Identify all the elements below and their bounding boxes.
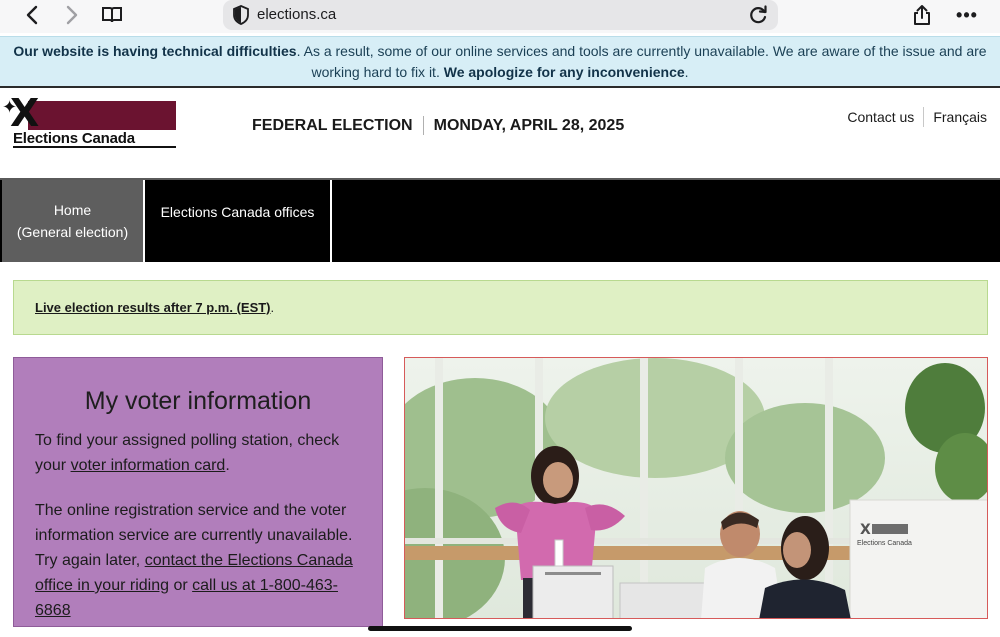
main-navigation: Home (General election) Elections Canada… bbox=[0, 178, 1000, 262]
link-divider bbox=[923, 107, 925, 127]
voter-info-paragraph-2: The online registration service and the … bbox=[35, 498, 361, 623]
browser-toolbar: elections.ca ••• bbox=[0, 0, 1000, 33]
voter-info-title: My voter information bbox=[84, 387, 312, 415]
notice-period: . bbox=[270, 300, 275, 315]
election-date: MONDAY, APRIL 28, 2025 bbox=[433, 116, 625, 134]
language-toggle-link[interactable]: Français bbox=[933, 109, 987, 125]
nav-home-label: Home bbox=[53, 202, 92, 218]
alert-lead: Our website is having technical difficul… bbox=[13, 43, 297, 59]
reload-icon[interactable] bbox=[746, 3, 770, 27]
technical-difficulties-alert: Our website is having technical difficul… bbox=[0, 36, 1000, 88]
p1-end: . bbox=[225, 457, 230, 474]
chevron-right-icon[interactable] bbox=[58, 0, 86, 30]
contact-us-link[interactable]: Contact us bbox=[847, 109, 914, 125]
voter-info-paragraph-1: To find your assigned polling station, c… bbox=[35, 428, 361, 478]
nav-item-home[interactable]: Home (General election) bbox=[2, 180, 145, 262]
nav-home-sublabel: (General election) bbox=[16, 224, 129, 240]
shield-icon bbox=[233, 5, 249, 25]
logo-text: Elections Canada bbox=[13, 130, 135, 147]
nav-item-offices[interactable]: Elections Canada offices bbox=[145, 180, 332, 262]
header-links: Contact us Français bbox=[847, 107, 987, 127]
alert-apology: We apologize for any inconvenience bbox=[443, 64, 685, 80]
voting-photo: X Elections Canada bbox=[404, 357, 988, 619]
more-icon[interactable]: ••• bbox=[952, 0, 982, 30]
live-results-link[interactable]: Live election results after 7 p.m. (EST) bbox=[35, 300, 271, 315]
logo-underline bbox=[13, 146, 176, 148]
chevron-left-icon[interactable] bbox=[18, 0, 46, 30]
booth-logo-text: Elections Canada bbox=[857, 540, 912, 547]
election-title: FEDERAL ELECTION MONDAY, APRIL 28, 2025 bbox=[252, 116, 624, 135]
logo-x-mark: X bbox=[10, 91, 40, 135]
live-results-notice: Live election results after 7 p.m. (EST)… bbox=[13, 280, 988, 335]
address-bar[interactable]: elections.ca bbox=[223, 0, 778, 30]
voting-scene-image: X Elections Canada bbox=[405, 358, 987, 618]
book-icon[interactable] bbox=[98, 0, 126, 30]
share-icon[interactable] bbox=[908, 0, 936, 30]
p2-mid: or bbox=[169, 577, 193, 594]
elections-canada-logo[interactable]: ✦ X Elections Canada bbox=[0, 93, 180, 149]
election-label: FEDERAL ELECTION bbox=[252, 116, 413, 134]
voter-info-card: My voter information To find your assign… bbox=[13, 357, 383, 627]
title-divider bbox=[422, 116, 424, 135]
home-indicator[interactable] bbox=[368, 626, 632, 631]
voter-information-card-link[interactable]: voter information card bbox=[71, 457, 226, 474]
nav-offices-label: Elections Canada offices bbox=[160, 204, 315, 220]
booth-logo-mark: X bbox=[860, 522, 871, 538]
url-text: elections.ca bbox=[257, 6, 337, 23]
alert-period: . bbox=[684, 64, 689, 80]
logo-bar bbox=[28, 101, 176, 130]
